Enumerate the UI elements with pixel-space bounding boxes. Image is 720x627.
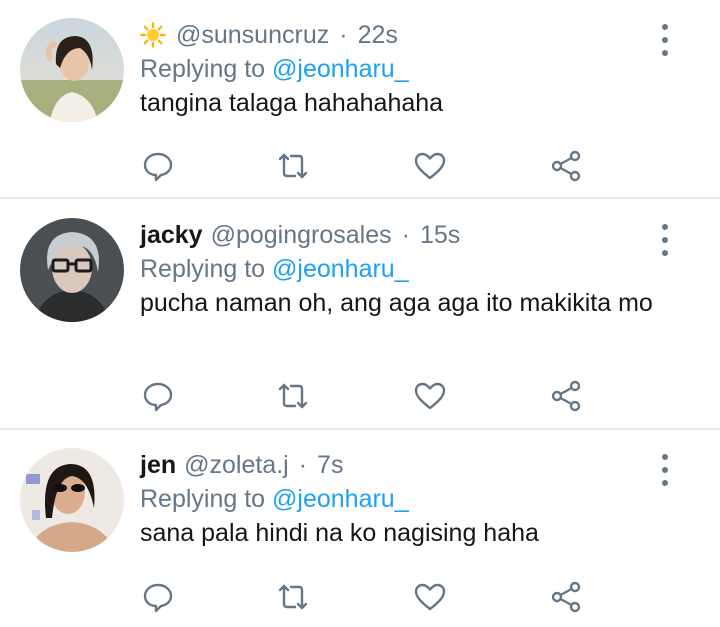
replying-to: Replying to @jeonharu_ xyxy=(140,252,409,286)
tweet-actions xyxy=(0,577,720,617)
divider xyxy=(0,428,720,430)
like-icon xyxy=(414,152,446,180)
retweet-button[interactable] xyxy=(273,376,313,416)
retweet-icon xyxy=(278,153,308,179)
timestamp[interactable]: 15s xyxy=(420,218,460,252)
like-icon xyxy=(414,583,446,611)
dot-icon xyxy=(662,467,668,473)
tweet-1[interactable]: @sunsuncruz · 22s Replying to @jeonharu_… xyxy=(0,18,720,198)
reply-icon xyxy=(143,382,173,412)
dot-icon xyxy=(662,480,668,486)
more-options-button[interactable] xyxy=(650,222,680,258)
tweet-actions xyxy=(0,376,720,416)
separator-dot: · xyxy=(298,451,308,479)
dot-icon xyxy=(662,50,668,56)
dot-icon xyxy=(662,237,668,243)
replying-prefix: Replying to xyxy=(140,55,266,83)
display-name[interactable]: jacky xyxy=(140,218,203,252)
reply-button[interactable] xyxy=(138,376,178,416)
reply-button[interactable] xyxy=(138,577,178,617)
replying-prefix: Replying to xyxy=(140,485,266,513)
dot-icon xyxy=(662,224,668,230)
divider xyxy=(0,197,720,199)
replying-to: Replying to @jeonharu_ xyxy=(140,52,409,86)
tweet-header: @sunsuncruz · 22s xyxy=(140,18,398,52)
dot-icon xyxy=(662,37,668,43)
tweet-2[interactable]: jacky @pogingrosales · 15s Replying to @… xyxy=(0,218,720,428)
like-button[interactable] xyxy=(410,577,450,617)
reply-icon xyxy=(143,583,173,613)
user-handle[interactable]: @pogingrosales xyxy=(211,218,392,252)
retweet-button[interactable] xyxy=(273,146,313,186)
more-options-button[interactable] xyxy=(650,452,680,488)
share-icon xyxy=(551,380,581,412)
dot-icon xyxy=(662,250,668,256)
tweet-3[interactable]: jen @zoleta.j · 7s Replying to @jeonharu… xyxy=(0,448,720,627)
retweet-button[interactable] xyxy=(273,577,313,617)
share-button[interactable] xyxy=(546,146,586,186)
dot-icon xyxy=(662,24,668,30)
replying-to-link[interactable]: @jeonharu_ xyxy=(272,55,409,83)
tweet-header: jacky @pogingrosales · 15s xyxy=(140,218,460,252)
replying-to: Replying to @jeonharu_ xyxy=(140,482,409,516)
timestamp[interactable]: 7s xyxy=(317,448,343,482)
avatar[interactable] xyxy=(20,448,124,552)
sun-emoji-icon xyxy=(140,22,166,48)
timestamp[interactable]: 22s xyxy=(358,18,398,52)
share-button[interactable] xyxy=(546,577,586,617)
tweet-actions xyxy=(0,146,720,186)
more-options-button[interactable] xyxy=(650,22,680,58)
display-name[interactable]: jen xyxy=(140,448,176,482)
like-icon xyxy=(414,382,446,410)
avatar[interactable] xyxy=(20,18,124,122)
reply-feed: @sunsuncruz · 22s Replying to @jeonharu_… xyxy=(0,0,720,627)
dot-icon xyxy=(662,454,668,460)
replying-prefix: Replying to xyxy=(140,255,266,283)
share-icon xyxy=(551,150,581,182)
tweet-text: pucha naman oh, ang aga aga ito makikita… xyxy=(140,289,653,317)
separator-dot: · xyxy=(401,221,410,249)
tweet-text: tangina talaga hahahahaha xyxy=(140,89,444,117)
retweet-icon xyxy=(278,383,308,409)
user-handle[interactable]: @sunsuncruz xyxy=(176,18,329,52)
share-button[interactable] xyxy=(546,376,586,416)
replying-to-link[interactable]: @jeonharu_ xyxy=(272,485,409,513)
replying-to-link[interactable]: @jeonharu_ xyxy=(272,255,409,283)
like-button[interactable] xyxy=(410,376,450,416)
user-handle[interactable]: @zoleta.j xyxy=(184,448,289,482)
like-button[interactable] xyxy=(410,146,450,186)
retweet-icon xyxy=(278,584,308,610)
tweet-header: jen @zoleta.j · 7s xyxy=(140,448,343,482)
reply-icon xyxy=(143,152,173,182)
share-icon xyxy=(551,581,581,613)
avatar[interactable] xyxy=(20,218,124,322)
separator-dot: · xyxy=(339,21,348,49)
reply-button[interactable] xyxy=(138,146,178,186)
tweet-text: sana pala hindi na ko nagising haha xyxy=(140,519,539,547)
